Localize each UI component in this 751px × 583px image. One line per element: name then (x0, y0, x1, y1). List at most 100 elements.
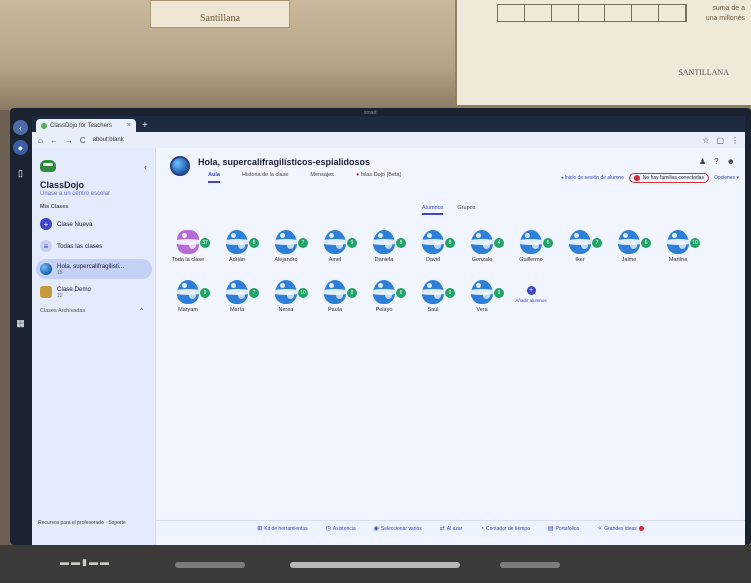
student-card[interactable]: 10 Nerea (262, 276, 310, 324)
idea-icon: ✧ (597, 526, 603, 532)
student-name: Pelayo (375, 307, 393, 313)
archived-classes-label[interactable]: Clases Archivadas (40, 308, 85, 314)
tab-strip: ClassDojo for Teachers × + (32, 116, 745, 132)
poster-right: suma de a una millonés SANTILLANA (455, 0, 751, 105)
poster-left: Santillana (150, 0, 290, 28)
star-icon[interactable]: ☆ (702, 136, 709, 145)
egg-avatar-icon (618, 230, 640, 254)
student-card[interactable]: 7 Alejandro (262, 226, 310, 274)
student-card[interactable]: 10 Martina (654, 226, 702, 274)
tab-messages[interactable]: Mensajes (310, 172, 334, 183)
student-card[interactable]: 9 Vera (458, 276, 506, 324)
sidebar-item-current-class[interactable]: Hola, supercalifragilisti... 15 (36, 259, 152, 279)
class-actions: ◂ Inicio de sesión de alumno No hay fami… (561, 173, 739, 183)
student-subtabs: Alumnos Grupos (422, 205, 475, 215)
os-dock: ‹ ● ▯ ▦ (10, 116, 32, 536)
tab-aula[interactable]: Aula (208, 172, 220, 183)
menu-icon[interactable]: ⋮ (731, 136, 739, 145)
home-icon[interactable]: ⌂ (38, 136, 43, 145)
bell-icon[interactable]: ♟ (699, 157, 706, 166)
egg-avatar-icon (667, 230, 689, 254)
class-demo-icon (40, 286, 52, 298)
tab-groups[interactable]: Grupos (457, 205, 475, 215)
points-badge: 10 (298, 288, 308, 298)
egg-avatar-icon (324, 280, 346, 304)
account-icon[interactable]: ☻ (727, 157, 735, 166)
toolbar-right: ☆ ▢ ⋮ (702, 136, 739, 145)
sidebar-item-count: 15 (57, 269, 63, 276)
egg-avatar-icon (471, 280, 493, 304)
monitor-logo: ▬▬▮▬▬ (60, 557, 111, 567)
bezel-slot (175, 562, 245, 568)
forward-icon[interactable]: → (65, 136, 73, 145)
student-card[interactable]: 4 Gonzalo (458, 226, 506, 274)
toolbar-portfolio-button[interactable]: ▤ Portafolios (547, 525, 579, 533)
student-name: Amel (328, 257, 342, 263)
close-icon[interactable]: × (127, 122, 131, 129)
student-card[interactable]: 7 Iker (556, 226, 604, 274)
collapse-sidebar-icon[interactable]: ‹ (144, 162, 147, 172)
tab-students[interactable]: Alumnos (422, 205, 444, 215)
reload-icon[interactable]: C (80, 136, 86, 145)
sidebar-item-text: Clase Demo 12 (57, 286, 91, 299)
egg-avatar-icon (471, 230, 493, 254)
points-badge: 6 (543, 238, 553, 248)
toolbar-grid-button[interactable]: ⊞ Kit de herramientas (257, 525, 307, 533)
globe-dock-icon[interactable]: ● (13, 140, 28, 155)
add-student-button[interactable]: + Añadir alumnos (507, 276, 555, 324)
student-name: Guillermo (519, 257, 543, 263)
sidebar-item-all-classes[interactable]: ≡ Todas las clases (36, 236, 152, 256)
student-card[interactable]: 6 Guillermo (507, 226, 555, 274)
portfolio-icon: ▤ (547, 526, 554, 532)
student-card[interactable]: 9 Maryam (164, 276, 212, 324)
sidebar-item-label: Clase Demo (57, 285, 92, 293)
student-card[interactable]: 7 María (213, 276, 261, 324)
back-dock-icon[interactable]: ‹ (13, 120, 28, 135)
chevron-up-icon[interactable]: ^ (140, 308, 143, 314)
join-school-link[interactable]: Únase a un centro escolar (40, 191, 110, 197)
student-name: Martina (668, 257, 688, 263)
student-card[interactable]: 6 Pelayo (360, 276, 408, 324)
egg-avatar-icon (226, 230, 248, 254)
student-card[interactable]: 8 Paula (311, 276, 359, 324)
points-badge: 6 (641, 238, 651, 248)
bottom-toolbar: ⊞ Kit de herramientas ◷ Asistencia ◉ Seleccio… (156, 520, 745, 536)
class-avatar (170, 156, 190, 176)
points-badge: 8 (396, 238, 406, 248)
page-title: Hola, supercalifragilísticos-espialidoso… (198, 157, 371, 167)
student-row: 37 Toda la clase 8 Adrián 7 Alejandro 9 Amel 8 Da… (164, 226, 714, 276)
panel-dock-icon[interactable]: ▯ (13, 166, 28, 181)
toolbar-clock-button[interactable]: ◷ Asistencia (326, 525, 356, 533)
family-alert-badge[interactable]: No hay familias conectadas (628, 173, 709, 183)
toolbar-select-button[interactable]: ◉ Seleccionar varios (374, 525, 422, 533)
student-card[interactable]: 37 Toda la clase (164, 226, 212, 274)
egg-avatar-icon (520, 230, 542, 254)
student-card[interactable]: 8 Daniela (360, 226, 408, 274)
sidepanel-icon[interactable]: ▢ (716, 136, 724, 145)
sidebar-footer[interactable]: Recursos para el profesorado · Soporte (38, 520, 126, 526)
back-icon[interactable]: ← (50, 136, 58, 145)
help-icon[interactable]: ? (714, 157, 718, 166)
tab-class-story[interactable]: Historia de la clase (242, 172, 288, 183)
monitor-bezel: ▬▬▮▬▬ (0, 545, 751, 583)
browser-tab[interactable]: ClassDojo for Teachers × (36, 119, 136, 132)
sidebar-item-demo-class[interactable]: Clase Demo 12 (36, 282, 152, 302)
toolbar-timer-button[interactable]: ◔ Contador de tiempo (480, 526, 530, 532)
student-card[interactable]: 6 Jaime (605, 226, 653, 274)
toolbar-idea-button[interactable]: ✧ Grandes ideas (597, 525, 644, 532)
student-card[interactable]: 8 David (409, 226, 457, 274)
student-card[interactable]: 9 Saúl (409, 276, 457, 324)
sidebar-item-new-class[interactable]: + Clase Nueva (36, 214, 152, 234)
options-button[interactable]: Opciones ▾ (714, 175, 739, 181)
apps-dock-icon[interactable]: ▦ (13, 316, 28, 331)
toolbar-shuffle-button[interactable]: ⇄ Al azar (440, 525, 463, 533)
tab-dojo-islands[interactable]: ● Islas Dojo (Beta) (356, 172, 402, 183)
student-card[interactable]: 9 Amel (311, 226, 359, 274)
student-card[interactable]: 8 Adrián (213, 226, 261, 274)
list-icon: ≡ (40, 240, 52, 252)
student-login-link[interactable]: ◂ Inicio de sesión de alumno (561, 175, 624, 181)
address-bar[interactable]: about:blank (93, 137, 124, 143)
points-badge: 8 (445, 238, 455, 248)
new-tab-button[interactable]: + (142, 120, 148, 131)
egg-avatar-icon (275, 230, 297, 254)
